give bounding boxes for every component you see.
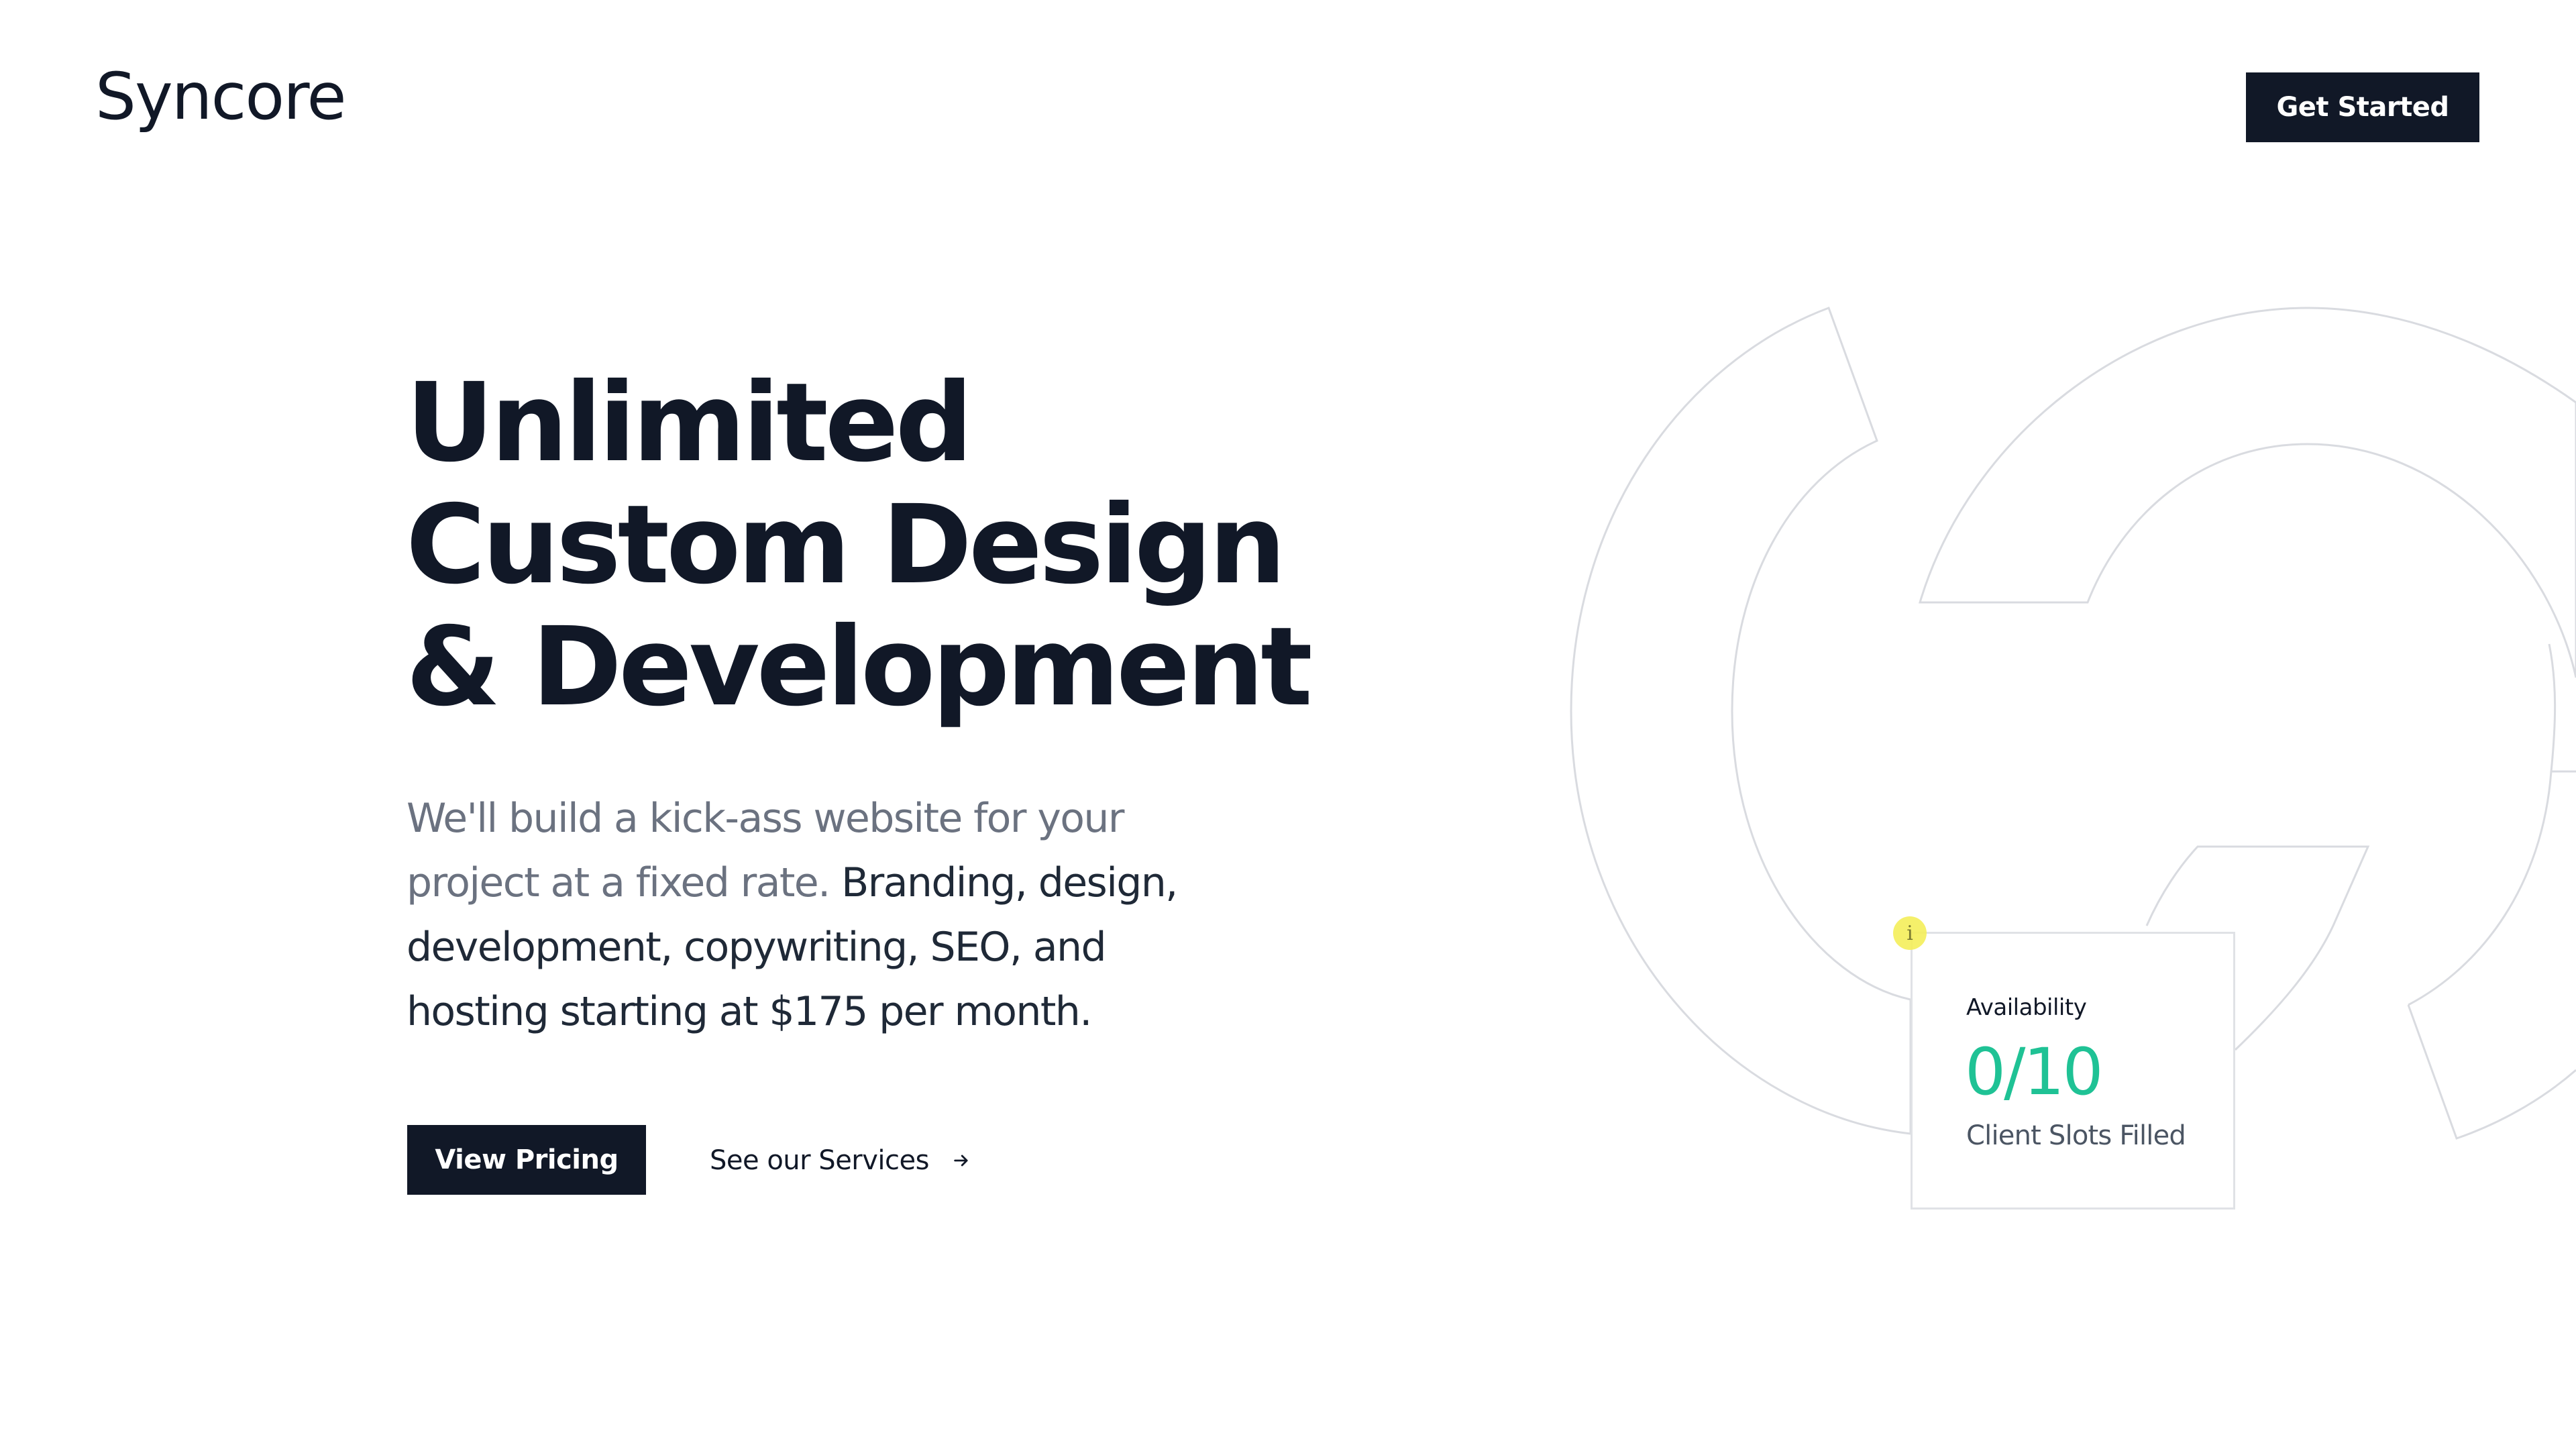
availability-caption: Client Slots Filled xyxy=(1966,1120,2186,1151)
hero-title: Unlimited Custom Design & Development xyxy=(406,360,1313,731)
brand-logo[interactable]: Syncore xyxy=(95,64,347,129)
see-services-label: See our Services xyxy=(710,1145,929,1176)
landing-page: Syncore Get Started Unlimited Custom Des… xyxy=(0,0,2576,1449)
hero-title-line-3: & Development xyxy=(406,604,1313,731)
see-services-link[interactable]: See our Services xyxy=(710,1140,971,1181)
availability-label: Availability xyxy=(1966,994,2087,1021)
availability-card: Availability 0/10 Client Slots Filled xyxy=(1911,932,2235,1210)
hero-description: We'll build a kick-ass website for your … xyxy=(407,786,1238,1044)
availability-value: 0/10 xyxy=(1965,1034,2104,1110)
info-icon[interactable]: i xyxy=(1893,916,1927,950)
hero-title-line-2: Custom Design xyxy=(406,482,1286,608)
hero-title-line-1: Unlimited xyxy=(406,360,973,486)
get-started-button[interactable]: Get Started xyxy=(2246,72,2479,142)
arrow-right-icon xyxy=(954,1155,968,1167)
view-pricing-button[interactable]: View Pricing xyxy=(407,1125,646,1195)
